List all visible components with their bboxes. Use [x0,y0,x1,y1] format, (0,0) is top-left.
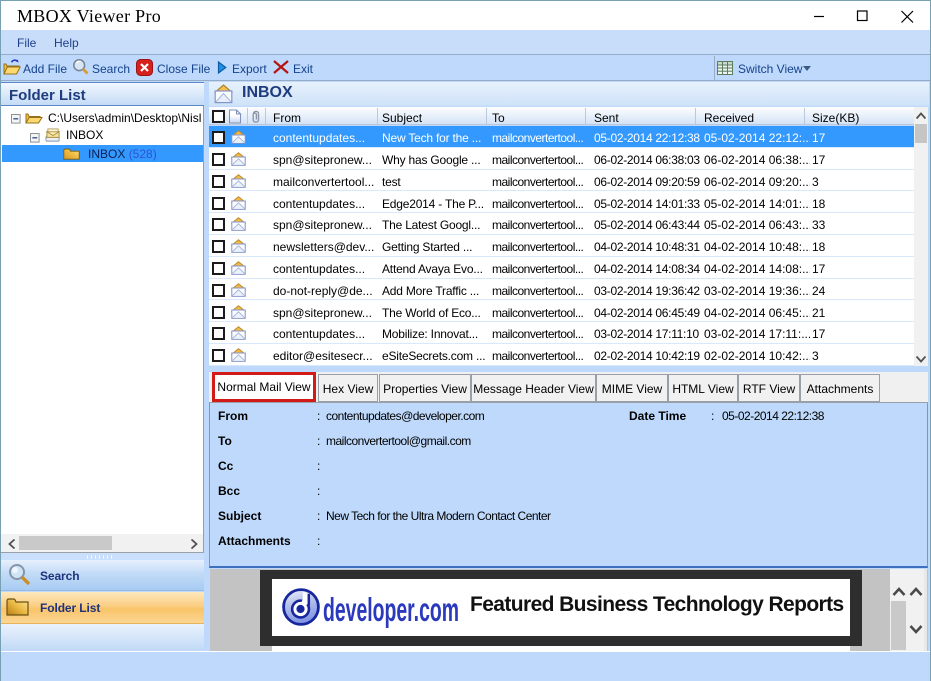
svg-text:developer.com: developer.com [323,591,459,628]
